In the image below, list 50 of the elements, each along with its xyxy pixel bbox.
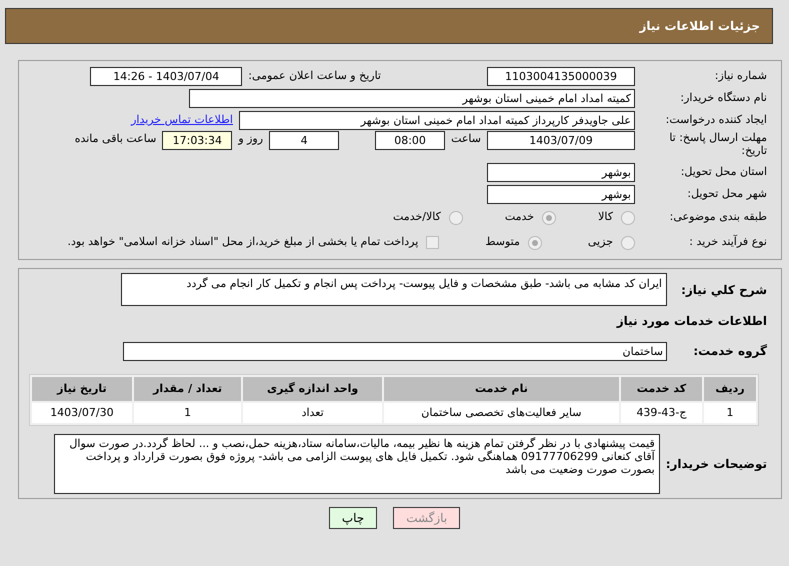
column-header: ردیف — [704, 377, 756, 401]
radio-label: خدمت — [504, 209, 534, 226]
description-textarea[interactable]: ایران کد مشابه می باشد- طبق مشخصات و فایل پیوست- پرداخت پس انجام و تکمیل کار انجام می گردد — [121, 273, 667, 306]
print-button[interactable]: چاپ — [328, 507, 378, 529]
table-cell: تعداد — [243, 403, 382, 423]
table-cell: 1 — [134, 403, 242, 423]
text-field[interactable]: 4 — [269, 131, 340, 150]
field-label: نوع فرآیند خرید : — [688, 234, 768, 250]
field-label: شماره نیاز: — [714, 68, 768, 84]
field-label: ایجاد کننده درخواست: — [664, 112, 768, 128]
table-cell: ج-43-439 — [620, 403, 702, 423]
radio-label: کالا/خدمت — [393, 209, 441, 226]
text-field[interactable]: بوشهر — [487, 184, 635, 204]
field-label: گروه خدمت: — [692, 343, 768, 360]
radio-label: جزیی — [588, 234, 613, 250]
field-label: شرح کلي نیاز: — [680, 282, 768, 299]
field-label: تاریخ و ساعت اعلان عمومی: — [248, 68, 381, 84]
text-field[interactable]: علی جاویدفر کارپرداز کمیته امداد امام خمینی استان بوشهر — [239, 110, 635, 130]
radio-label: کالا — [598, 209, 613, 226]
field-label: توضیحات خریدار: — [666, 456, 768, 473]
text-field[interactable]: بوشهر — [487, 162, 635, 182]
field-label: مهلت ارسال پاسخ: تا تاریخ: — [668, 131, 768, 157]
text-field[interactable]: 1103004135000039 — [487, 66, 635, 86]
remaining-label: ساعت باقی مانده — [74, 131, 156, 147]
text-field[interactable]: 1403/07/09 — [487, 131, 635, 150]
time-label: ساعت — [451, 131, 481, 147]
page-title: جزئیات اطلاعات نیاز — [639, 18, 760, 35]
column-header: واحد اندازه گیری — [243, 377, 382, 401]
column-header: تاریخ نیاز — [32, 377, 132, 401]
table-cell: 1 — [704, 403, 756, 423]
field-label: شهر محل تحویل: — [686, 186, 768, 202]
notes-textarea[interactable]: قیمت پیشنهادی با در نظر گرفتن تمام هزینه ها نظیر بیمه، مالیات،سامانه ستاد،هزینه حمل،نصب و ... لحاظ گردد.در صورت سوال آقای کنعانی 09177706299 هماهنگی شود. تکمیل فایل های پیوست الزامی می باشد- پروژه فوق بصورت قرارداد و پرداخت بصورت صورت وضعیت می باشد — [54, 434, 660, 494]
field-label: نام دستگاه خریدار: — [679, 90, 768, 106]
table-cell: 1403/07/30 — [32, 403, 132, 423]
column-header: کد خدمت — [620, 377, 702, 401]
text-field[interactable]: ساختمان — [123, 342, 667, 360]
field-label: استان محل تحویل: — [680, 164, 768, 180]
contact-link[interactable]: اطلاعات تماس خریدار — [131, 112, 233, 128]
column-header: تعداد / مقدار — [134, 377, 242, 401]
text-field[interactable]: 08:00 — [375, 131, 446, 150]
text-field[interactable]: 1403/07/04 - 14:26 — [90, 66, 242, 86]
text-field[interactable]: کمیته امداد امام خمینی استان بوشهر — [189, 88, 635, 108]
section-title: اطلاعات خدمات مورد نیاز — [616, 313, 768, 330]
radio-label: متوسط — [485, 234, 520, 250]
days-label: روز و — [238, 131, 264, 147]
field-label: طبقه بندی موضوعی: — [668, 209, 768, 226]
checkbox-label: پرداخت تمام یا بخشی از مبلغ خرید،از محل "اسناد خزانه اسلامی" خواهد بود. — [68, 234, 418, 250]
table-cell: سایر فعالیت‌های تخصصی ساختمان — [384, 403, 619, 423]
column-header: نام خدمت — [384, 377, 619, 401]
remaining-time-field[interactable]: 17:03:34 — [162, 131, 232, 150]
